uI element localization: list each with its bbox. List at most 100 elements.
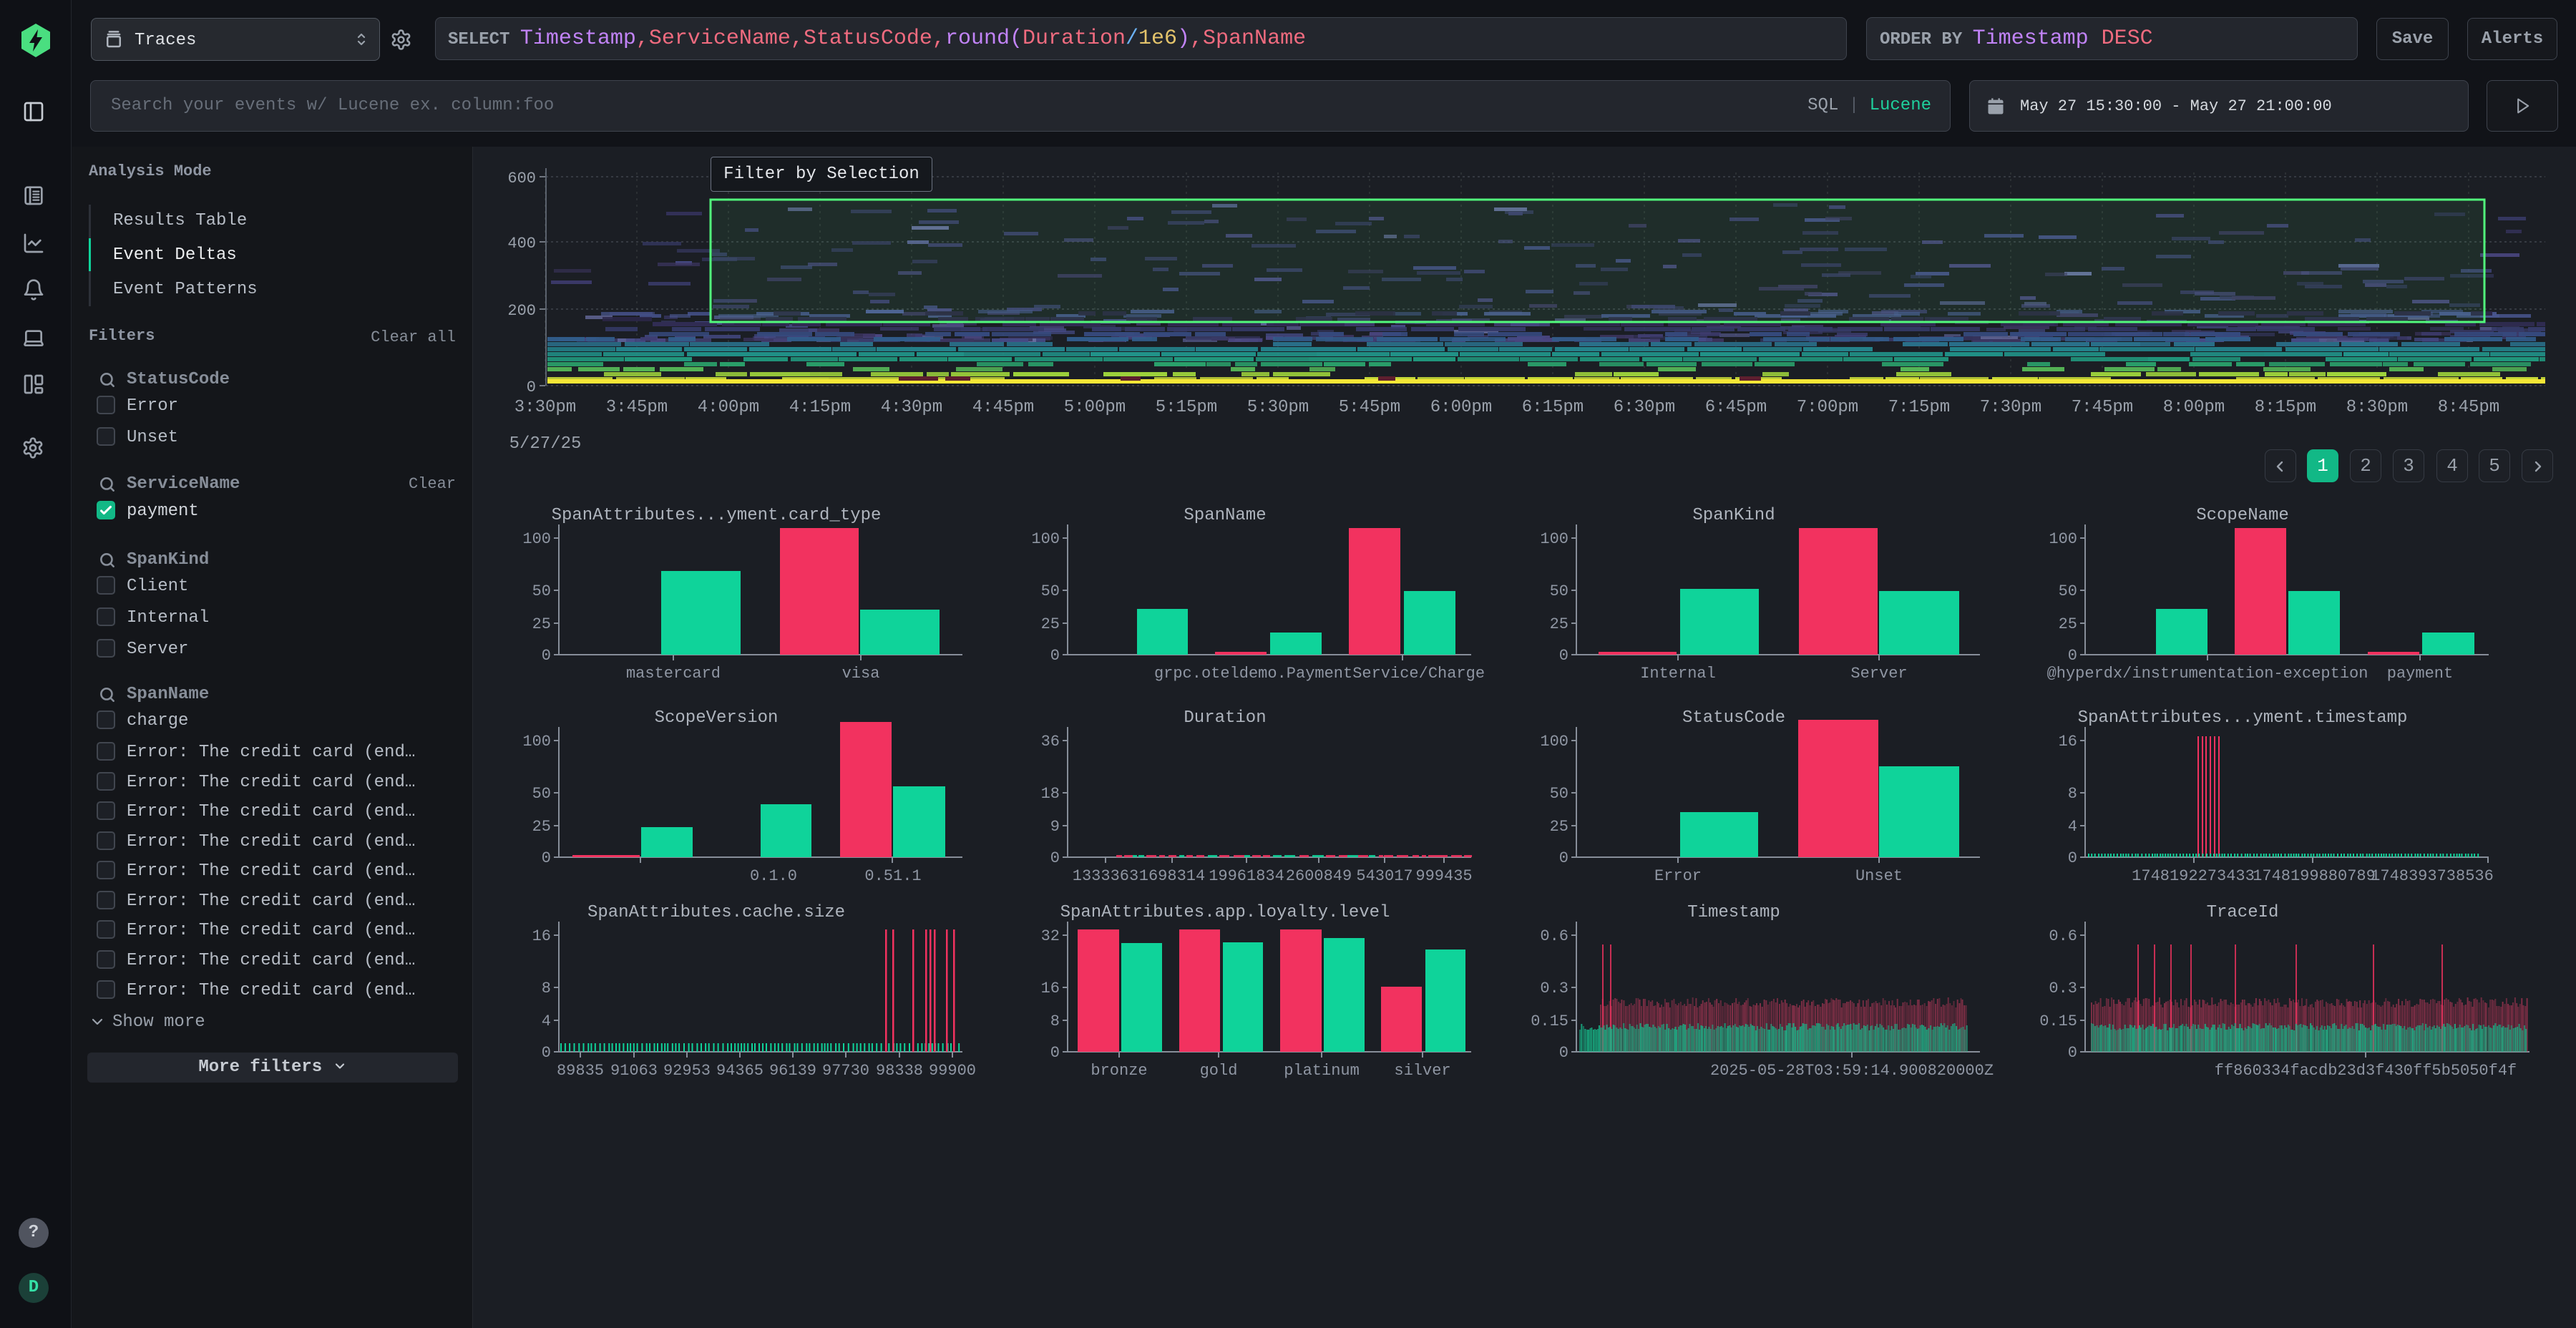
svg-text:0.3: 0.3 — [1540, 980, 1568, 997]
svg-text:0.51.1: 0.51.1 — [864, 867, 921, 885]
svg-text:6:15pm: 6:15pm — [1522, 398, 1584, 417]
svg-text:6:00pm: 6:00pm — [1430, 398, 1492, 417]
svg-text:0: 0 — [1050, 647, 1060, 665]
svg-text:StatusCode: StatusCode — [1682, 708, 1785, 728]
svg-text:mastercard: mastercard — [626, 665, 721, 683]
svg-text:gold: gold — [1200, 1062, 1238, 1080]
svg-text:0: 0 — [1559, 647, 1568, 665]
svg-text:8:00pm: 8:00pm — [2163, 398, 2225, 417]
svg-text:platinum: platinum — [1284, 1062, 1360, 1080]
svg-text:36: 36 — [1041, 733, 1060, 751]
svg-text:91063: 91063 — [610, 1062, 658, 1080]
svg-text:1698314: 1698314 — [1139, 867, 1205, 885]
svg-text:200: 200 — [507, 302, 536, 320]
svg-text:Timestamp: Timestamp — [1687, 903, 1780, 922]
svg-text:bronze: bronze — [1091, 1062, 1147, 1080]
svg-text:ScopeName: ScopeName — [2196, 506, 2289, 525]
svg-text:6:45pm: 6:45pm — [1705, 398, 1767, 417]
svg-text:100: 100 — [1540, 733, 1568, 751]
svg-text:Internal: Internal — [1640, 665, 1716, 683]
svg-text:grpc.oteldemo.PaymentService/C: grpc.oteldemo.PaymentService/Charge — [1154, 665, 1485, 683]
svg-text:8:15pm: 8:15pm — [2255, 398, 2316, 417]
svg-text:9: 9 — [1050, 818, 1060, 836]
svg-text:5:00pm: 5:00pm — [1064, 398, 1126, 417]
svg-text:8: 8 — [542, 980, 551, 997]
svg-text:2025-05-28T03:59:14.900820000Z: 2025-05-28T03:59:14.900820000Z — [1710, 1062, 1994, 1080]
svg-text:4: 4 — [2068, 818, 2077, 836]
svg-text:7:30pm: 7:30pm — [1980, 398, 2041, 417]
svg-text:100: 100 — [1031, 530, 1060, 548]
svg-text:SpanAttributes.app.loyalty.lev: SpanAttributes.app.loyalty.level — [1060, 903, 1390, 922]
svg-text:0: 0 — [2068, 647, 2077, 665]
svg-text:50: 50 — [1550, 582, 1568, 600]
svg-text:0.6: 0.6 — [2049, 927, 2077, 945]
svg-text:SpanAttributes.cache.size: SpanAttributes.cache.size — [587, 903, 845, 922]
svg-text:94365: 94365 — [716, 1062, 763, 1080]
svg-text:0: 0 — [1559, 849, 1568, 867]
svg-text:0: 0 — [527, 379, 536, 396]
svg-text:8: 8 — [1050, 1012, 1060, 1030]
svg-text:4: 4 — [542, 1012, 551, 1030]
svg-text:32: 32 — [1041, 927, 1060, 945]
svg-text:99900: 99900 — [929, 1062, 976, 1080]
svg-text:6:30pm: 6:30pm — [1614, 398, 1675, 417]
svg-text:7:15pm: 7:15pm — [1888, 398, 1950, 417]
svg-text:97730: 97730 — [822, 1062, 869, 1080]
svg-text:4:00pm: 4:00pm — [698, 398, 759, 417]
svg-text:SpanName: SpanName — [1184, 506, 1266, 525]
svg-text:ff860334facdb23d3f430ff5b5050f: ff860334facdb23d3f430ff5b5050f4f — [2215, 1062, 2517, 1080]
svg-text:1333363: 1333363 — [1073, 867, 1138, 885]
svg-text:16: 16 — [2059, 733, 2077, 751]
svg-text:0.15: 0.15 — [1531, 1012, 1568, 1030]
svg-text:2600849: 2600849 — [1286, 867, 1352, 885]
svg-text:0.1.0: 0.1.0 — [750, 867, 797, 885]
svg-text:payment: payment — [2387, 665, 2453, 683]
svg-text:7:45pm: 7:45pm — [2072, 398, 2133, 417]
svg-text:SpanAttributes...yment.timesta: SpanAttributes...yment.timestamp — [2078, 708, 2408, 728]
svg-text:4:15pm: 4:15pm — [789, 398, 851, 417]
svg-text:5:15pm: 5:15pm — [1156, 398, 1217, 417]
svg-text:92953: 92953 — [663, 1062, 711, 1080]
svg-text:100: 100 — [1540, 530, 1568, 548]
svg-text:19961834: 19961834 — [1209, 867, 1284, 885]
svg-text:Error: Error — [1654, 867, 1702, 885]
svg-text:18: 18 — [1041, 785, 1060, 803]
svg-text:TraceId: TraceId — [2207, 903, 2279, 922]
svg-text:50: 50 — [1550, 785, 1568, 803]
svg-text:100: 100 — [2049, 530, 2077, 548]
svg-text:400: 400 — [507, 235, 536, 253]
svg-text:0.6: 0.6 — [1540, 927, 1568, 945]
svg-text:100: 100 — [522, 530, 551, 548]
svg-text:25: 25 — [1550, 615, 1568, 633]
svg-text:SpanAttributes...yment.card_ty: SpanAttributes...yment.card_type — [552, 506, 882, 525]
svg-text:@hyperdx/instrumentation-excep: @hyperdx/instrumentation-exception — [2047, 665, 2368, 683]
svg-text:7:00pm: 7:00pm — [1797, 398, 1858, 417]
svg-text:8:30pm: 8:30pm — [2346, 398, 2408, 417]
svg-text:5/27/25: 5/27/25 — [509, 434, 582, 454]
svg-text:50: 50 — [532, 785, 551, 803]
svg-text:0: 0 — [1559, 1044, 1568, 1062]
svg-text:100: 100 — [522, 733, 551, 751]
svg-text:50: 50 — [532, 582, 551, 600]
svg-text:16: 16 — [532, 927, 551, 945]
svg-text:0: 0 — [1050, 1044, 1060, 1062]
svg-text:Unset: Unset — [1855, 867, 1903, 885]
svg-text:543017: 543017 — [1356, 867, 1413, 885]
svg-text:visa: visa — [842, 665, 880, 683]
svg-text:25: 25 — [532, 818, 551, 836]
svg-text:89835: 89835 — [557, 1062, 604, 1080]
svg-text:50: 50 — [2059, 582, 2077, 600]
svg-text:25: 25 — [2059, 615, 2077, 633]
svg-text:silver: silver — [1394, 1062, 1450, 1080]
svg-text:16: 16 — [1041, 980, 1060, 997]
svg-text:50: 50 — [1041, 582, 1060, 600]
svg-text:5:45pm: 5:45pm — [1339, 398, 1400, 417]
svg-text:0.15: 0.15 — [2039, 1012, 2077, 1030]
svg-text:0: 0 — [542, 849, 551, 867]
svg-text:3:30pm: 3:30pm — [514, 398, 576, 417]
svg-text:1748199880789: 1748199880789 — [2253, 867, 2376, 885]
svg-text:ScopeVersion: ScopeVersion — [655, 708, 779, 728]
svg-text:25: 25 — [1550, 818, 1568, 836]
svg-text:25: 25 — [532, 615, 551, 633]
svg-text:8:45pm: 8:45pm — [2438, 398, 2499, 417]
